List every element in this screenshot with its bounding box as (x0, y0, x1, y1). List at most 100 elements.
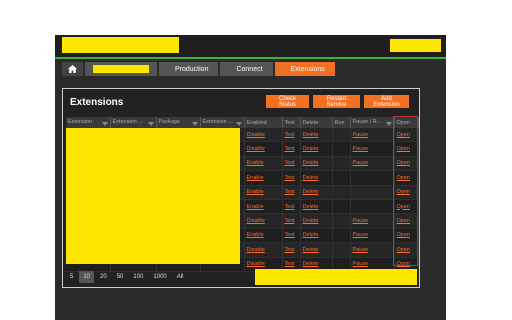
restart-service-button[interactable]: Restart Service (313, 95, 360, 108)
delete-cell: Delete (300, 141, 333, 157)
pause-cell: Pause (350, 141, 395, 157)
delete-link[interactable]: Delete (303, 175, 319, 181)
delete-link[interactable]: Delete (303, 218, 319, 224)
filter-icon[interactable] (147, 122, 154, 126)
test-link[interactable]: Test (285, 132, 295, 138)
pause-link[interactable]: Pause (353, 218, 369, 224)
delete-link[interactable]: Delete (303, 247, 319, 253)
pause-cell: Pause (350, 228, 395, 244)
open-link[interactable]: Open (397, 132, 410, 138)
header-extension-2[interactable]: Extension ... (110, 117, 157, 128)
open-link[interactable]: Open (397, 189, 410, 195)
open-link[interactable]: Open (397, 175, 410, 181)
enabled-toggle-link[interactable]: Enable (247, 204, 264, 210)
redacted-user-menu[interactable] (390, 39, 441, 52)
open-link[interactable]: Open (397, 218, 410, 224)
enabled-toggle-link[interactable]: Enable (247, 232, 264, 238)
breadcrumb-connect[interactable]: Connect (220, 62, 273, 76)
filter-icon[interactable] (101, 122, 108, 126)
page-size-option[interactable]: 5 (66, 271, 77, 283)
header-delete: Delete (300, 117, 333, 128)
test-cell: Test (282, 185, 301, 200)
filter-icon[interactable] (191, 122, 198, 126)
pause-link[interactable]: Pause (353, 261, 369, 267)
extensions-panel: Extensions Check Status Restart Service … (62, 88, 420, 288)
breadcrumb-production[interactable]: Production (159, 62, 219, 76)
header-extension[interactable]: Extension (66, 117, 111, 128)
delete-link[interactable]: Delete (303, 160, 319, 166)
test-link[interactable]: Test (285, 232, 295, 238)
open-cell: Open (394, 156, 419, 172)
test-cell: Test (282, 242, 301, 258)
open-cell: Open (394, 128, 419, 143)
delete-cell: Delete (300, 156, 333, 172)
header-pause[interactable]: Pause / R... (350, 117, 395, 128)
pause-link[interactable]: Pause (353, 232, 369, 238)
header-extension-3[interactable]: Extension ... (200, 117, 245, 128)
delete-link[interactable]: Delete (303, 146, 319, 152)
open-link[interactable]: Open (397, 160, 410, 166)
enabled-toggle-link[interactable]: Disable (247, 146, 265, 152)
breadcrumb-extensions[interactable]: Extensions (274, 62, 335, 76)
page-size-option[interactable]: 10 (79, 271, 95, 283)
open-cell: Open (394, 228, 419, 244)
delete-link[interactable]: Delete (303, 204, 319, 210)
delete-link[interactable]: Delete (303, 132, 319, 138)
delete-link[interactable]: Delete (303, 261, 319, 267)
pause-cell (350, 170, 395, 186)
enabled-toggle-link[interactable]: Disable (247, 218, 265, 224)
test-link[interactable]: Test (285, 160, 295, 166)
test-link[interactable]: Test (285, 189, 295, 195)
enabled-toggle-cell: Disable (244, 128, 283, 143)
breadcrumb-redacted[interactable] (85, 62, 157, 76)
open-link[interactable]: Open (397, 261, 410, 267)
enabled-toggle-cell: Enable (244, 228, 283, 244)
enabled-toggle-link[interactable]: Enable (247, 175, 264, 181)
enabled-toggle-link[interactable]: Disable (247, 261, 265, 267)
breadcrumb-home[interactable] (62, 62, 83, 76)
cell-run (332, 141, 351, 157)
open-link[interactable]: Open (397, 232, 410, 238)
pause-link[interactable]: Pause (353, 132, 369, 138)
enabled-toggle-link[interactable]: Enable (247, 189, 264, 195)
open-link[interactable]: Open (397, 146, 410, 152)
test-link[interactable]: Test (285, 146, 295, 152)
delete-link[interactable]: Delete (303, 232, 319, 238)
header-divider (55, 57, 446, 59)
redacted-logo (62, 37, 179, 53)
pause-link[interactable]: Pause (353, 146, 369, 152)
delete-cell: Delete (300, 213, 333, 229)
open-link[interactable]: Open (397, 247, 410, 253)
page-size-option[interactable]: All (173, 271, 188, 283)
pause-link[interactable]: Pause (353, 247, 369, 253)
enabled-toggle-link[interactable]: Enable (247, 160, 264, 166)
test-link[interactable]: Test (285, 247, 295, 253)
page-size-option[interactable]: 100 (129, 271, 147, 283)
enabled-toggle-link[interactable]: Disable (247, 247, 265, 253)
page-size-option[interactable]: 20 (96, 271, 111, 283)
page-size-option[interactable]: 50 (113, 271, 128, 283)
enabled-toggle-link[interactable]: Disable (247, 132, 265, 138)
filter-icon[interactable] (235, 122, 242, 126)
test-link[interactable]: Test (285, 175, 295, 181)
check-status-button[interactable]: Check Status (266, 95, 309, 108)
cell-run (332, 199, 351, 215)
filter-icon[interactable] (385, 122, 392, 126)
cell-run (332, 242, 351, 258)
add-extension-button[interactable]: Add Extension (364, 95, 409, 108)
test-link[interactable]: Test (285, 218, 295, 224)
pause-link[interactable]: Pause (353, 160, 369, 166)
cell-run (332, 156, 351, 172)
delete-cell: Delete (300, 128, 333, 143)
header-open: Open (394, 117, 419, 128)
test-cell: Test (282, 170, 301, 186)
header-package[interactable]: Package (156, 117, 201, 128)
page-size-option[interactable]: 1000 (149, 271, 170, 283)
delete-link[interactable]: Delete (303, 189, 319, 195)
delete-cell: Delete (300, 170, 333, 186)
open-link[interactable]: Open (397, 204, 410, 210)
test-link[interactable]: Test (285, 204, 295, 210)
test-link[interactable]: Test (285, 261, 295, 267)
enabled-toggle-cell: Enable (244, 199, 283, 215)
test-cell: Test (282, 141, 301, 157)
